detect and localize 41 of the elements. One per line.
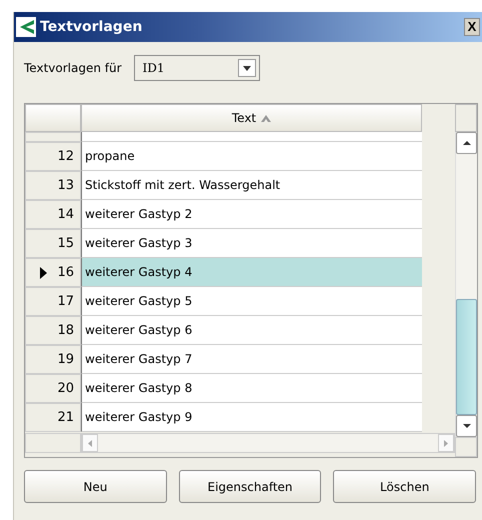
table-cell[interactable]: weiterer Gastyp 5 — [81, 287, 422, 316]
table-cell[interactable]: weiterer Gastyp 8 — [81, 374, 422, 403]
row-header-corner — [25, 104, 81, 132]
scroll-left-icon[interactable] — [82, 434, 98, 452]
grid-corner — [455, 437, 477, 457]
row-number[interactable]: 18 — [25, 316, 81, 345]
table-cell[interactable]: weiterer Gastyp 4 — [81, 258, 422, 287]
app-logo-icon — [16, 17, 36, 37]
table-cell[interactable]: weiterer Gastyp 7 — [81, 345, 422, 374]
table-cell[interactable] — [81, 132, 422, 142]
row-number[interactable]: 16 — [25, 258, 81, 287]
scroll-down-icon[interactable] — [456, 415, 477, 437]
row-number[interactable]: 12 — [25, 142, 81, 171]
scrollbar-thumb[interactable] — [456, 299, 477, 415]
table-cell[interactable]: Stickstoff mit zert. Wassergehalt — [81, 171, 422, 200]
vertical-scrollbar[interactable] — [455, 132, 477, 437]
horizontal-scrollbar[interactable] — [81, 433, 455, 453]
close-button[interactable]: X — [464, 18, 480, 36]
header-filler — [455, 104, 477, 132]
row-number[interactable]: 17 — [25, 287, 81, 316]
table-cell[interactable]: weiterer Gastyp 2 — [81, 200, 422, 229]
dialog-button[interactable]: Löschen — [333, 470, 476, 503]
dialog-button[interactable]: Neu — [24, 470, 167, 503]
filter-label: Textvorlagen für — [24, 61, 122, 75]
column-header[interactable]: Text — [81, 104, 422, 132]
window-title: Textvorlagen — [40, 19, 144, 35]
row-number[interactable]: 20 — [25, 374, 81, 403]
table-cell[interactable]: weiterer Gastyp 6 — [81, 316, 422, 345]
row-number[interactable]: 21 — [25, 403, 81, 432]
row-number[interactable]: 13 — [25, 171, 81, 200]
row-number[interactable]: 14 — [25, 200, 81, 229]
id-dropdown[interactable]: ID1 — [134, 55, 260, 81]
grid-corner — [25, 433, 81, 453]
row-number[interactable]: 19 — [25, 345, 81, 374]
row-number[interactable]: 15 — [25, 229, 81, 258]
table-cell[interactable]: weiterer Gastyp 3 — [81, 229, 422, 258]
scroll-up-icon[interactable] — [456, 132, 477, 154]
row-number[interactable] — [25, 132, 81, 142]
table-cell[interactable]: weiterer Gastyp 9 — [81, 403, 422, 432]
dialog-button[interactable]: Eigenschaften — [178, 470, 322, 503]
table-cell[interactable]: propane — [81, 142, 422, 171]
